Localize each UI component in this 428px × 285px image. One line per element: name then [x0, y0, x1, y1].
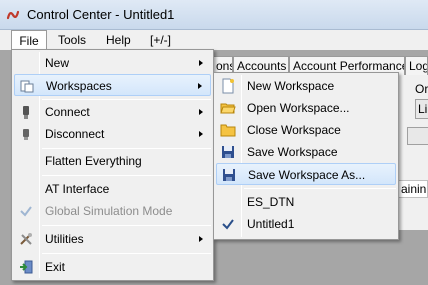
menu-file[interactable]: File [11, 30, 47, 50]
tools-icon [20, 233, 32, 245]
workspaces-icon [20, 80, 34, 93]
menu-bar: File Tools Help [+/-] [0, 30, 428, 50]
menu-item-workspaces[interactable]: Workspaces [14, 74, 211, 96]
menu-item-label: Close Workspace [247, 123, 341, 137]
menu-expand-collapse[interactable]: [+/-] [150, 30, 171, 50]
menu-item-exit[interactable]: Exit [14, 256, 211, 278]
save-as-disk-icon [223, 169, 235, 181]
menu-item-label: AT Interface [45, 182, 110, 196]
app-logo-icon [6, 10, 20, 20]
menu-item-label: Global Simulation Mode [45, 204, 173, 218]
menu-item-label: Disconnect [45, 127, 105, 141]
menu-tools[interactable]: Tools [58, 30, 86, 50]
panel-dropdown[interactable]: Lir [415, 99, 428, 119]
plug-connect-icon [23, 106, 29, 119]
menu-separator [42, 175, 211, 176]
panel-button[interactable] [407, 127, 428, 145]
menu-item-label: Flatten Everything [45, 154, 142, 168]
menu-separator [42, 99, 211, 100]
menu-item-workspace-es-dtn[interactable]: ES_DTN [216, 191, 396, 213]
menu-item-open-workspace[interactable]: Open Workspace... [216, 97, 396, 119]
menu-item-label: Exit [45, 260, 66, 274]
menu-item-close-workspace[interactable]: Close Workspace [216, 119, 396, 141]
checkmark-icon [20, 206, 32, 217]
right-panel: Or Lir [398, 75, 428, 230]
menu-item-label: Save Workspace [247, 145, 338, 159]
menu-item-utilities[interactable]: Utilities [14, 228, 211, 250]
title-bar: Control Center - Untitled1 [0, 0, 428, 30]
menu-item-label: ES_DTN [247, 195, 295, 209]
menu-item-label: Connect [45, 105, 90, 119]
menu-separator [42, 225, 211, 226]
menu-item-label: New [45, 56, 70, 70]
menu-item-label: Untitled1 [247, 217, 295, 231]
menu-separator [42, 148, 211, 149]
workspaces-submenu: New Workspace Open Workspace... Close Wo… [213, 72, 399, 240]
checkmark-icon [222, 219, 234, 230]
menu-item-save-workspace-as[interactable]: Save Workspace As... [216, 163, 396, 185]
menu-item-save-workspace[interactable]: Save Workspace [216, 141, 396, 163]
new-document-icon [222, 78, 234, 94]
menu-item-label: Save Workspace As... [248, 168, 366, 182]
submenu-arrow-icon [198, 83, 202, 89]
menu-help[interactable]: Help [106, 30, 131, 50]
exit-icon [20, 260, 33, 274]
menu-separator [42, 253, 211, 254]
submenu-arrow-icon [199, 60, 203, 66]
menu-item-label: New Workspace [247, 79, 335, 93]
submenu-arrow-icon [199, 236, 203, 242]
menu-item-label: Workspaces [46, 79, 112, 93]
menu-separator [244, 188, 396, 189]
tab-log[interactable]: Log [405, 56, 428, 75]
file-menu: New Workspaces Connect Disconnect Flatte… [11, 49, 214, 281]
folder-icon [220, 124, 236, 137]
menu-item-label: Open Workspace... [247, 101, 350, 115]
panel-label: Or [415, 82, 428, 96]
plug-disconnect-icon [23, 129, 29, 140]
submenu-arrow-icon [199, 131, 203, 137]
save-disk-icon [222, 146, 234, 158]
menu-item-label: Utilities [45, 232, 84, 246]
submenu-arrow-icon [199, 109, 203, 115]
open-folder-icon [220, 103, 236, 114]
menu-item-disconnect[interactable]: Disconnect [14, 123, 211, 145]
window-title: Control Center - Untitled1 [27, 7, 175, 22]
menu-item-workspace-untitled1[interactable]: Untitled1 [216, 213, 396, 235]
menu-item-flatten-everything[interactable]: Flatten Everything [14, 150, 211, 172]
grid-header-cell: ainin [398, 180, 428, 198]
menu-item-at-interface[interactable]: AT Interface [14, 178, 211, 200]
menu-item-new[interactable]: New [14, 52, 211, 74]
menu-item-global-simulation-mode[interactable]: Global Simulation Mode [14, 200, 211, 222]
menu-item-connect[interactable]: Connect [14, 101, 211, 123]
menu-item-new-workspace[interactable]: New Workspace [216, 75, 396, 97]
